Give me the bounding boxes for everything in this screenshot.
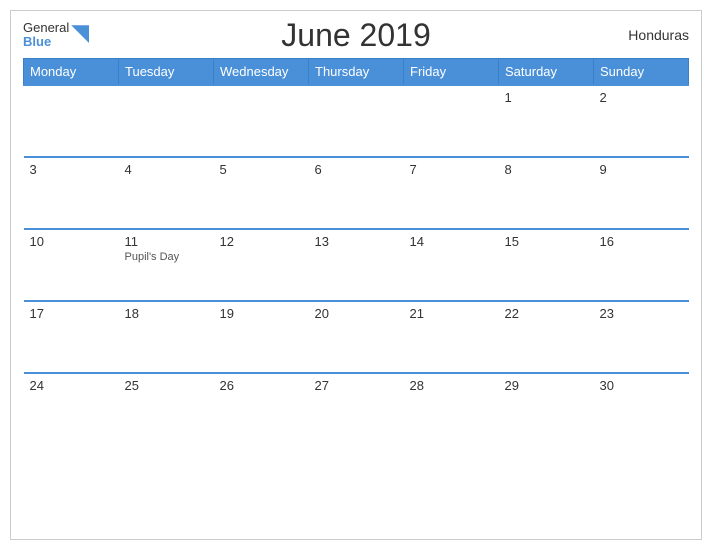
logo-text: General Blue: [23, 21, 69, 50]
logo-blue-text: Blue: [23, 35, 69, 49]
day-number: 10: [30, 234, 113, 249]
calendar-cell: [404, 85, 499, 157]
day-number: 15: [505, 234, 588, 249]
calendar-week-row: 12: [24, 85, 689, 157]
calendar-week-row: 10 11 Pupil's Day 12 13 14 15 16: [24, 229, 689, 301]
calendar-week-row: 24 25 26 27 28 29 30: [24, 373, 689, 445]
day-number: 16: [600, 234, 683, 249]
calendar-cell: 19: [214, 301, 309, 373]
holiday-label: Pupil's Day: [125, 251, 208, 263]
calendar-cell: 5: [214, 157, 309, 229]
calendar-cell: 28: [404, 373, 499, 445]
calendar-cell: 17: [24, 301, 119, 373]
calendar-cell: [309, 85, 404, 157]
weekday-header: Friday: [404, 58, 499, 85]
day-number: 12: [220, 234, 303, 249]
calendar-cell: 2: [594, 85, 689, 157]
weekday-header: Sunday: [594, 58, 689, 85]
calendar-cell: 9: [594, 157, 689, 229]
calendar-cell: 29: [499, 373, 594, 445]
calendar-cell: 10: [24, 229, 119, 301]
calendar-cell: 8: [499, 157, 594, 229]
calendar-cell: 14: [404, 229, 499, 301]
day-number: 17: [30, 306, 113, 321]
day-number: 7: [410, 162, 493, 177]
calendar-cell: 16: [594, 229, 689, 301]
day-number: 26: [220, 378, 303, 393]
day-number: 5: [220, 162, 303, 177]
day-number: 20: [315, 306, 398, 321]
calendar-cell: 13: [309, 229, 404, 301]
day-number: 9: [600, 162, 683, 177]
calendar-wrapper: General Blue June 2019 Honduras MondayTu…: [10, 10, 702, 540]
logo: General Blue: [23, 21, 89, 50]
day-number: 29: [505, 378, 588, 393]
day-number: 3: [30, 162, 113, 177]
weekday-header: Saturday: [499, 58, 594, 85]
calendar-cell: 3: [24, 157, 119, 229]
weekday-header: Thursday: [309, 58, 404, 85]
day-number: 14: [410, 234, 493, 249]
day-number: 23: [600, 306, 683, 321]
day-number: 4: [125, 162, 208, 177]
day-number: 2: [600, 90, 683, 105]
day-number: 24: [30, 378, 113, 393]
calendar-cell: [119, 85, 214, 157]
calendar-cell: 6: [309, 157, 404, 229]
logo-icon: [71, 25, 89, 43]
day-number: 22: [505, 306, 588, 321]
calendar-body: 1234567891011Pupil's Day1213141516171819…: [24, 85, 689, 445]
calendar-cell: 30: [594, 373, 689, 445]
calendar-cell: 22: [499, 301, 594, 373]
month-title: June 2019: [281, 17, 430, 54]
calendar-cell: 18: [119, 301, 214, 373]
calendar-cell: 12: [214, 229, 309, 301]
calendar-cell: [24, 85, 119, 157]
calendar-table: MondayTuesdayWednesdayThursdayFridaySatu…: [23, 58, 689, 445]
day-number: 8: [505, 162, 588, 177]
logo-general-text: General: [23, 21, 69, 35]
calendar-cell: 26: [214, 373, 309, 445]
weekday-header: Monday: [24, 58, 119, 85]
calendar-cell: 11 Pupil's Day: [119, 229, 214, 301]
calendar-cell: 15: [499, 229, 594, 301]
calendar-cell: 4: [119, 157, 214, 229]
day-number: 27: [315, 378, 398, 393]
calendar-cell: 1: [499, 85, 594, 157]
calendar-cell: 23: [594, 301, 689, 373]
weekday-header: Wednesday: [214, 58, 309, 85]
weekday-header-row: MondayTuesdayWednesdayThursdayFridaySatu…: [24, 58, 689, 85]
day-number: 30: [600, 378, 683, 393]
calendar-cell: 7: [404, 157, 499, 229]
calendar-cell: [214, 85, 309, 157]
day-number: 19: [220, 306, 303, 321]
calendar-week-row: 17 18 19 20 21 22 23: [24, 301, 689, 373]
calendar-week-row: 3456789: [24, 157, 689, 229]
day-number: 18: [125, 306, 208, 321]
calendar-cell: 21: [404, 301, 499, 373]
day-number: 11: [125, 234, 208, 249]
day-number: 21: [410, 306, 493, 321]
calendar-cell: 20: [309, 301, 404, 373]
day-number: 1: [505, 90, 588, 105]
calendar-thead: MondayTuesdayWednesdayThursdayFridaySatu…: [24, 58, 689, 85]
calendar-header: General Blue June 2019 Honduras: [23, 21, 689, 50]
day-number: 28: [410, 378, 493, 393]
calendar-cell: 27: [309, 373, 404, 445]
calendar-cell: 24: [24, 373, 119, 445]
country-label: Honduras: [628, 27, 689, 43]
calendar-cell: 25: [119, 373, 214, 445]
day-number: 25: [125, 378, 208, 393]
weekday-header: Tuesday: [119, 58, 214, 85]
day-number: 13: [315, 234, 398, 249]
day-number: 6: [315, 162, 398, 177]
